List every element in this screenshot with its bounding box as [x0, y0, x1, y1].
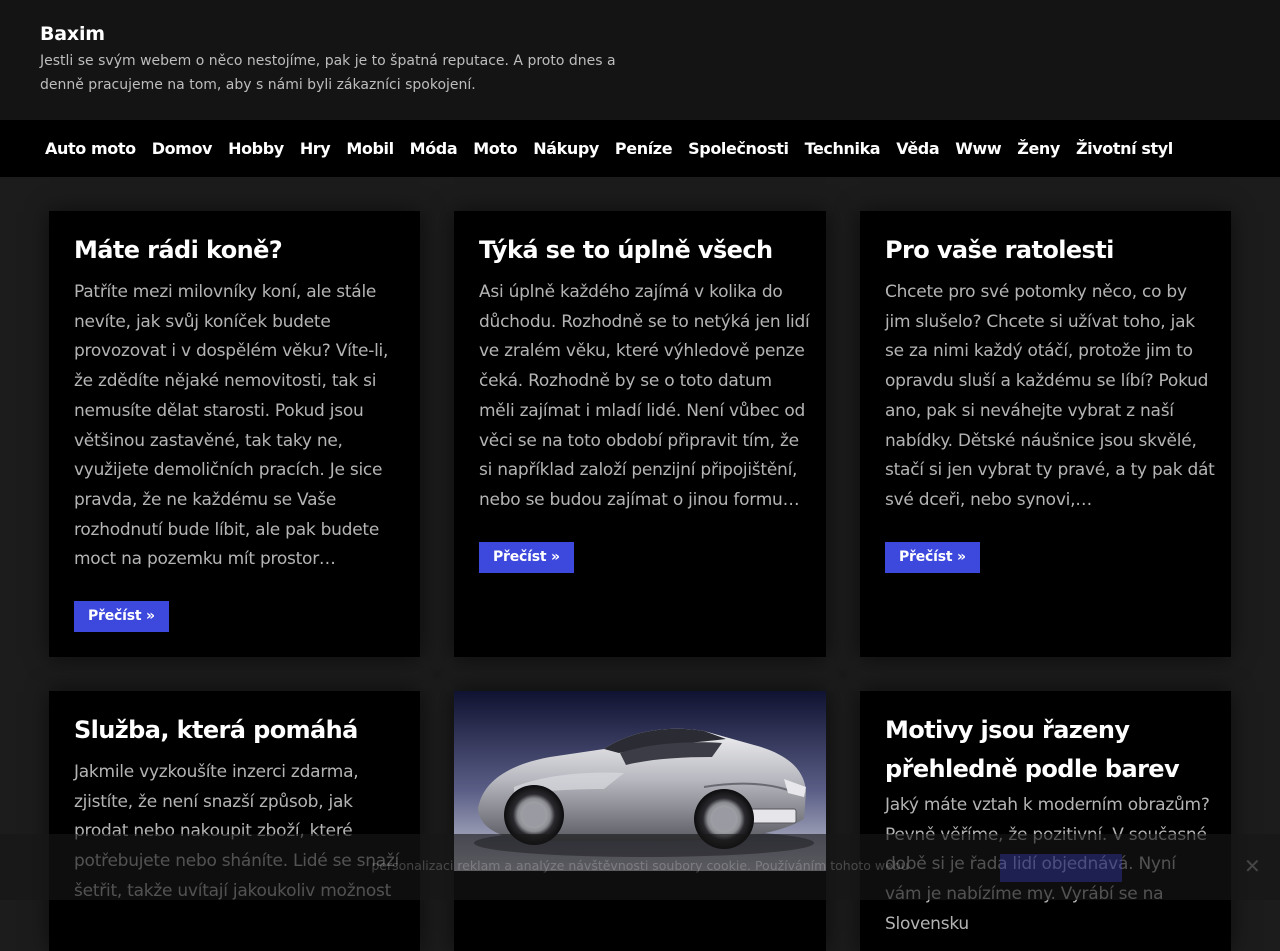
nav-item-moto[interactable]: Moto — [465, 139, 525, 158]
post-excerpt: Asi úplně každého zajímá v kolika do důc… — [479, 282, 810, 510]
site-header: Baxim Jestli se svým webem o něco nestoj… — [0, 0, 1280, 120]
nav-item-zeny[interactable]: Ženy — [1009, 139, 1068, 158]
post-card-body: Týká se to úplně všech Asi úplně každého… — [479, 231, 812, 573]
post-title[interactable]: Služba, která pomáhá — [74, 711, 406, 750]
read-more-button[interactable]: Přečíst » — [479, 541, 574, 573]
nav-item-auto-moto[interactable]: Auto moto — [37, 139, 144, 158]
post-card: Služba, která pomáhá Jakmile vyzkoušíte … — [49, 691, 420, 951]
nav-item-technika[interactable]: Technika — [797, 139, 889, 158]
post-title[interactable]: Týká se to úplně všech — [479, 231, 812, 270]
nav-item-zivotni-styl[interactable]: Životní styl — [1068, 139, 1181, 158]
post-title[interactable]: Máte rádi koně? — [74, 231, 406, 270]
post-card: Motivy jsou řazeny přehledně podle barev… — [860, 691, 1231, 951]
nav-list: Auto moto Domov Hobby Hry Mobil Móda Mot… — [0, 120, 1280, 177]
post-card: Máte rádi koně? Patříte mezi milovníky k… — [49, 211, 420, 657]
post-excerpt: Chcete pro své potomky něco, co by jim s… — [885, 282, 1215, 510]
post-card-image — [454, 691, 826, 951]
cookie-consent-bar: personalizaci reklam a analýze návštěvno… — [0, 834, 1280, 900]
nav-item-domov[interactable]: Domov — [144, 139, 220, 158]
nav-item-spolecnosti[interactable]: Společnosti — [680, 139, 796, 158]
post-card-body: Pro vaše ratolesti Chcete pro své potomk… — [885, 231, 1217, 573]
nav-item-www[interactable]: Www — [947, 139, 1009, 158]
nav-item-hobby[interactable]: Hobby — [220, 139, 292, 158]
site-title[interactable]: Baxim — [40, 23, 105, 45]
main-navigation: Auto moto Domov Hobby Hry Mobil Móda Mot… — [0, 120, 1280, 177]
post-excerpt: Patříte mezi milovníky koní, ale stále n… — [74, 282, 389, 570]
nav-item-nakupy[interactable]: Nákupy — [525, 139, 607, 158]
post-title[interactable]: Pro vaše ratolesti — [885, 231, 1217, 270]
post-card: Týká se to úplně všech Asi úplně každého… — [454, 211, 826, 657]
post-card-body: Motivy jsou řazeny přehledně podle barev… — [885, 711, 1217, 940]
nav-item-veda[interactable]: Věda — [888, 139, 947, 158]
cookie-accept-button[interactable] — [1000, 854, 1122, 882]
read-more-button[interactable]: Přečíst » — [885, 541, 980, 573]
site-description: Jestli se svým webem o něco nestojíme, p… — [40, 53, 616, 93]
nav-item-hry[interactable]: Hry — [292, 139, 339, 158]
post-card: Pro vaše ratolesti Chcete pro své potomk… — [860, 211, 1231, 657]
post-title[interactable]: Motivy jsou řazeny přehledně podle barev — [885, 711, 1217, 789]
nav-item-penize[interactable]: Peníze — [607, 139, 680, 158]
post-card-body: Máte rádi koně? Patříte mezi milovníky k… — [74, 231, 406, 633]
nav-item-mobil[interactable]: Mobil — [338, 139, 401, 158]
nav-item-moda[interactable]: Móda — [402, 139, 466, 158]
read-more-button[interactable]: Přečíst » — [74, 601, 169, 633]
close-icon[interactable]: ✕ — [1244, 854, 1261, 878]
